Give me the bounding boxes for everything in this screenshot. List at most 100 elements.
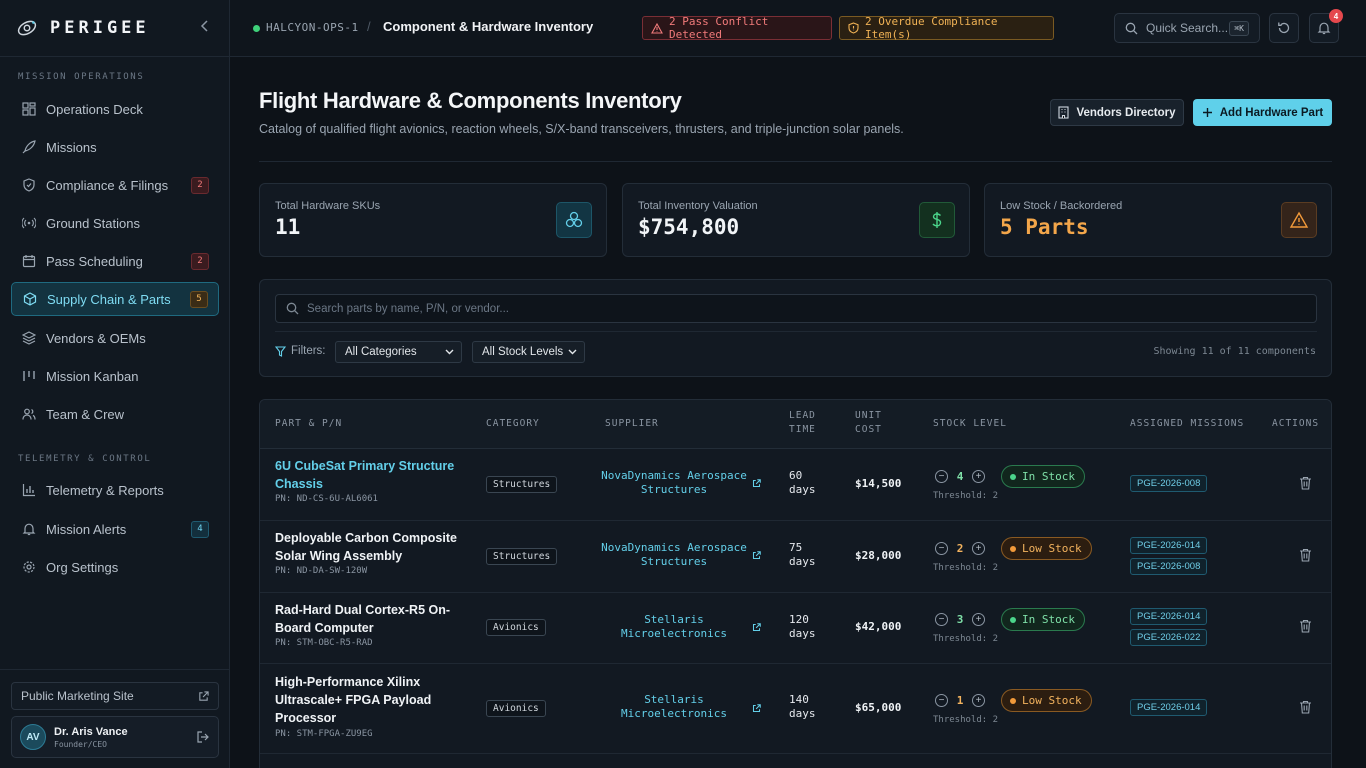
mission-tag[interactable]: PGE-2026-008: [1130, 558, 1208, 575]
sidebar-item-missions[interactable]: Missions: [11, 130, 219, 164]
broadcast-icon: [21, 216, 36, 231]
external-link-icon[interactable]: [752, 479, 761, 488]
col-header-unit-cost[interactable]: UNIT COST: [855, 409, 882, 437]
sidebar-item-telemetry[interactable]: Telemetry & Reports: [11, 473, 219, 507]
decrement-button[interactable]: −: [935, 613, 948, 626]
status-badge: Low Stock: [1001, 537, 1092, 560]
sidebar-item-mission-alerts[interactable]: Mission Alerts 4: [11, 512, 219, 546]
rocket-icon: [21, 140, 36, 155]
increment-button[interactable]: +: [972, 542, 985, 555]
part-name[interactable]: Deployable Carbon Composite Solar Wing A…: [275, 529, 465, 565]
compliance-count-badge: 2: [191, 176, 209, 194]
supplier-link[interactable]: Stellaris Microelectronics: [600, 613, 748, 641]
stock-level-select[interactable]: All Stock Levels: [472, 341, 585, 363]
sidebar-item-label: Supply Chain & Parts: [47, 291, 171, 307]
external-link-icon[interactable]: [752, 551, 761, 560]
workspace-name[interactable]: HALCYON-OPS-1: [266, 21, 359, 34]
table-row: Rad-Hard Dual Cortex-R5 On- Board Comput…: [260, 593, 1331, 664]
supplier-line: Microelectronics: [621, 707, 727, 720]
external-link-icon[interactable]: [752, 704, 761, 713]
part-number: PN: ND-DA-SW-120W: [275, 566, 368, 576]
trash-icon[interactable]: [1299, 619, 1312, 633]
external-link-icon[interactable]: [752, 623, 761, 632]
supplier-line: Stellaris: [644, 693, 704, 706]
page-title: Flight Hardware & Components Inventory: [259, 88, 682, 113]
supplier-link[interactable]: NovaDynamics Aerospace Structures: [600, 541, 748, 569]
sidebar-item-vendors[interactable]: Vendors & OEMs: [11, 321, 219, 355]
supply-chain-count-badge: 5: [190, 290, 208, 308]
status-badge: In Stock: [1001, 608, 1085, 631]
shield-alert-icon: [848, 22, 859, 34]
decrement-button[interactable]: −: [935, 694, 948, 707]
stat-card-low-stock: Low Stock / Backordered 5 Parts: [984, 183, 1332, 257]
category-tag: Avionics: [486, 619, 546, 636]
mission-tag[interactable]: PGE-2026-014: [1130, 608, 1208, 625]
sidebar-item-team[interactable]: Team & Crew: [11, 397, 219, 431]
part-name[interactable]: High-Performance Xilinx Ultrascale+ FPGA…: [275, 673, 465, 727]
decrement-button[interactable]: −: [935, 542, 948, 555]
brand-header: PERIGEE: [0, 0, 229, 57]
collapse-sidebar-button[interactable]: [197, 19, 213, 37]
orbit-logo-icon: [17, 20, 37, 36]
table-header: PART & P/N CATEGORY SUPPLIER LEAD TIME U…: [260, 400, 1331, 449]
increment-button[interactable]: +: [972, 694, 985, 707]
mission-tag[interactable]: PGE-2026-014: [1130, 537, 1208, 554]
sidebar-item-operations-deck[interactable]: Operations Deck: [11, 92, 219, 126]
quick-search-button[interactable]: Quick Search... ⌘K: [1114, 13, 1260, 43]
bell-icon: [21, 522, 36, 537]
refresh-icon: [1278, 22, 1290, 34]
sidebar-item-mission-kanban[interactable]: Mission Kanban: [11, 359, 219, 393]
status-dot: [1010, 473, 1016, 480]
compliance-overdue-alert[interactable]: 2 Overdue Compliance Item(s): [839, 15, 1054, 41]
category-select-value: All Categories: [345, 346, 417, 358]
increment-button[interactable]: +: [972, 613, 985, 626]
notifications-button[interactable]: 4: [1309, 9, 1343, 43]
trash-icon[interactable]: [1299, 548, 1312, 562]
col-header-stock-level[interactable]: STOCK LEVEL: [933, 417, 1007, 431]
trash-icon[interactable]: [1299, 476, 1312, 490]
col-header-cost-l1: UNIT: [855, 410, 882, 421]
mission-tag[interactable]: PGE-2026-014: [1130, 699, 1208, 716]
supplier-line: NovaDynamics Aerospace: [601, 541, 747, 554]
unit-cost: $28,000: [855, 549, 902, 562]
part-name-line: Ultrascale+ FPGA Payload: [275, 693, 432, 707]
part-name[interactable]: Rad-Hard Dual Cortex-R5 On- Board Comput…: [275, 601, 465, 637]
col-header-supplier[interactable]: SUPPLIER: [605, 417, 659, 431]
logout-icon[interactable]: [196, 730, 210, 744]
sidebar-item-supply-chain[interactable]: Supply Chain & Parts 5: [11, 282, 219, 316]
mission-tag[interactable]: PGE-2026-008: [1130, 475, 1208, 492]
add-hardware-part-button[interactable]: Add Hardware Part: [1193, 99, 1332, 126]
supplier-link[interactable]: Stellaris Microelectronics: [600, 693, 748, 721]
col-header-category[interactable]: CATEGORY: [486, 417, 540, 431]
public-marketing-site-link[interactable]: Public Marketing Site: [11, 682, 219, 710]
category-select[interactable]: All Categories: [335, 341, 462, 363]
increment-button[interactable]: +: [972, 470, 985, 483]
sidebar-item-ground-stations[interactable]: Ground Stations: [11, 206, 219, 240]
trash-icon[interactable]: [1299, 700, 1312, 714]
filters-label: Filters:: [275, 345, 326, 357]
part-name-line: Chassis: [275, 477, 323, 491]
top-bar: HALCYON-OPS-1 / Component & Hardware Inv…: [230, 0, 1366, 57]
parts-search-field[interactable]: [275, 294, 1317, 323]
stat-card-valuation: Total Inventory Valuation $754,800: [622, 183, 970, 257]
part-name-link[interactable]: 6U CubeSat Primary Structure Chassis: [275, 457, 465, 493]
quick-search-label: Quick Search...: [1146, 21, 1229, 35]
sidebar: PERIGEE MISSION OPERATIONS Operations De…: [0, 0, 230, 768]
refresh-button[interactable]: [1269, 13, 1299, 43]
col-header-part[interactable]: PART & P/N: [275, 417, 342, 431]
decrement-button[interactable]: −: [935, 470, 948, 483]
parts-search-input[interactable]: [307, 302, 1306, 315]
sidebar-item-compliance[interactable]: Compliance & Filings 2: [11, 168, 219, 202]
col-header-assigned-missions: ASSIGNED MISSIONS: [1130, 418, 1245, 429]
lead-time-unit: days: [789, 555, 816, 568]
mission-tag[interactable]: PGE-2026-022: [1130, 629, 1208, 646]
supplier-link[interactable]: NovaDynamics Aerospace Structures: [600, 469, 748, 497]
col-header-lead-time[interactable]: LEAD TIME: [789, 409, 816, 437]
sidebar-item-org-settings[interactable]: Org Settings: [11, 550, 219, 584]
user-profile-card[interactable]: AV Dr. Aris Vance Founder/CEO: [11, 716, 219, 758]
pass-conflict-alert[interactable]: 2 Pass Conflict Detected: [642, 15, 832, 41]
sidebar-item-pass-scheduling[interactable]: Pass Scheduling 2: [11, 244, 219, 278]
col-header-actions: ACTIONS: [1272, 418, 1320, 429]
warning-triangle-icon: [1281, 202, 1317, 238]
vendors-directory-button[interactable]: Vendors Directory: [1050, 99, 1184, 126]
